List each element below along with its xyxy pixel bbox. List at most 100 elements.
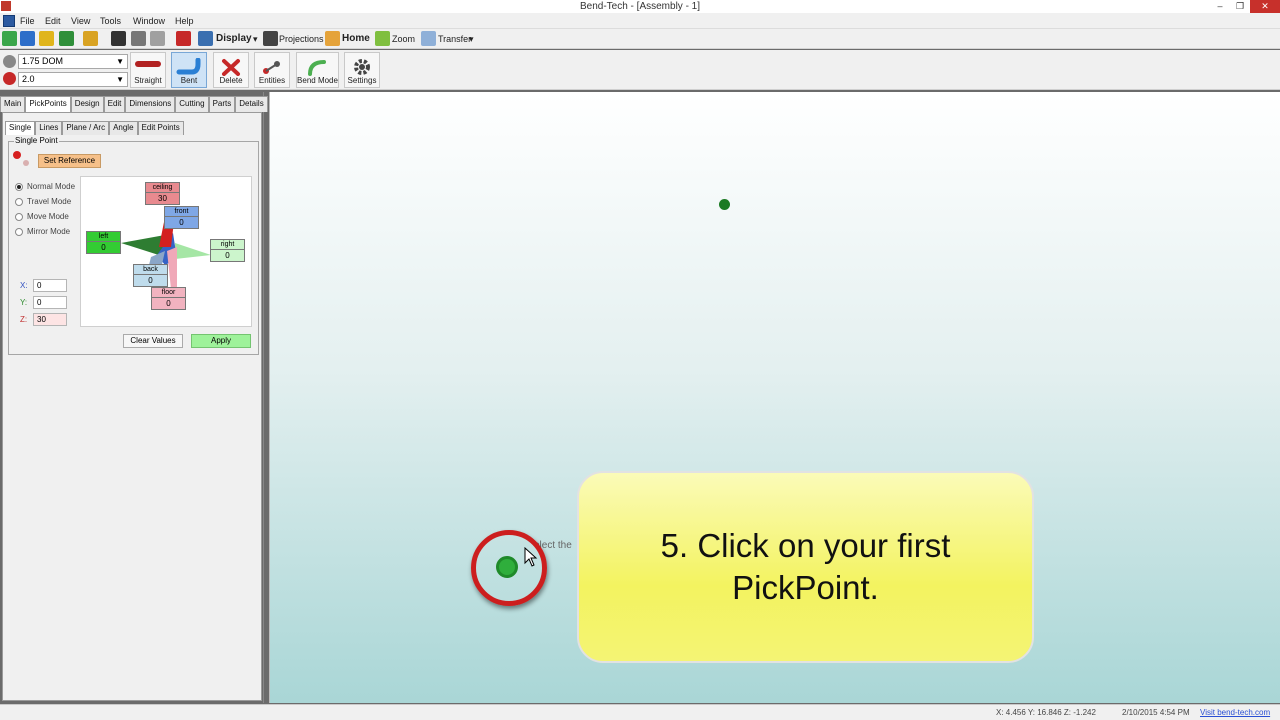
y-label: Y: xyxy=(20,298,28,307)
left-value: 0 xyxy=(87,241,120,253)
zoom-icon[interactable] xyxy=(375,31,390,46)
pickpoint-marker[interactable] xyxy=(719,199,730,210)
cursor-coordinates: X: 4.456 Y: 16.846 Z: -1.242 xyxy=(996,708,1096,717)
transfer-button[interactable]: Transfer xyxy=(438,29,471,49)
tab-cutting[interactable]: Cutting xyxy=(175,96,209,112)
x-coordinate-input[interactable]: 0 xyxy=(33,279,67,292)
clr-icon xyxy=(3,72,16,85)
display-icon[interactable] xyxy=(198,31,213,46)
first-pickpoint-marker[interactable] xyxy=(496,556,518,578)
report-icon[interactable] xyxy=(176,31,191,46)
travel-mode-radio[interactable]: Travel Mode xyxy=(15,197,71,206)
menu-edit[interactable]: Edit xyxy=(45,13,61,29)
mouse-cursor-icon xyxy=(524,547,538,567)
camera-icon[interactable] xyxy=(263,31,278,46)
maximize-button[interactable]: ❐ xyxy=(1230,0,1250,13)
status-bar: X: 4.456 Y: 16.846 Z: -1.242 2/10/2015 4… xyxy=(0,704,1280,720)
projections-button[interactable]: Projections xyxy=(279,29,324,49)
bent-button[interactable]: Bent xyxy=(171,52,207,88)
menu-tools[interactable]: Tools xyxy=(100,13,121,29)
floor-direction[interactable]: floor 0 xyxy=(151,287,186,310)
tube-size-select[interactable]: 1.75 DOM ▼ xyxy=(18,54,128,69)
window-title: Bend-Tech - [Assembly - 1] xyxy=(579,1,701,12)
straight-label: Straight xyxy=(134,76,162,85)
viewport-3d[interactable]: elect the 5. Click on your first PickPoi… xyxy=(269,92,1280,703)
zoom-button[interactable]: Zoom xyxy=(392,29,415,49)
direction-cube: ceiling 30 front 0 left 0 right 0 back 0… xyxy=(80,176,252,327)
document-icon[interactable] xyxy=(3,15,15,27)
refresh-icon[interactable] xyxy=(59,31,74,46)
front-direction[interactable]: front 0 xyxy=(164,206,199,229)
radio-indicator xyxy=(15,212,23,221)
mirror-mode-radio[interactable]: Mirror Mode xyxy=(15,227,70,236)
print-icon[interactable] xyxy=(131,31,146,46)
y-coordinate-input[interactable]: 0 xyxy=(33,296,67,309)
tab-plane-arc[interactable]: Plane / Arc xyxy=(62,121,110,135)
open-icon[interactable] xyxy=(20,31,35,46)
menu-file[interactable]: File xyxy=(20,13,35,29)
close-button[interactable]: ✕ xyxy=(1250,0,1280,13)
back-label: back xyxy=(143,266,158,273)
floor-label: floor xyxy=(161,289,176,296)
menu-window[interactable]: Window xyxy=(133,13,165,29)
right-direction[interactable]: right 0 xyxy=(210,239,245,262)
move-mode-radio[interactable]: Move Mode xyxy=(15,212,69,221)
settings-label: Settings xyxy=(347,76,377,85)
tab-main[interactable]: Main xyxy=(0,96,26,112)
bend-mode-button[interactable]: Bend Mode xyxy=(296,52,339,88)
menu-bar: File Edit View Tools Window Help xyxy=(0,13,1280,29)
transfer-icon[interactable] xyxy=(421,31,436,46)
z-coordinate-input[interactable]: 30 xyxy=(33,313,67,326)
website-link[interactable]: Visit bend-tech.com xyxy=(1200,705,1270,720)
apply-button[interactable]: Apply xyxy=(191,334,251,348)
home-icon[interactable] xyxy=(325,31,340,46)
normal-mode-radio[interactable]: Normal Mode xyxy=(15,182,75,191)
ceiling-direction[interactable]: ceiling 30 xyxy=(145,182,180,205)
back-direction[interactable]: back 0 xyxy=(133,264,168,287)
import-icon[interactable] xyxy=(39,31,54,46)
x-label: X: xyxy=(20,281,28,290)
normal-mode-label: Normal Mode xyxy=(27,182,76,191)
new-icon[interactable] xyxy=(2,31,17,46)
entities-icon xyxy=(263,61,280,74)
folder-icon[interactable] xyxy=(83,31,98,46)
menu-view[interactable]: View xyxy=(71,13,90,29)
tab-parts[interactable]: Parts xyxy=(208,96,236,112)
menu-help[interactable]: Help xyxy=(175,13,194,29)
reference-pin-icon xyxy=(13,151,21,159)
radio-indicator xyxy=(15,197,23,206)
tab-lines[interactable]: Lines xyxy=(35,121,63,135)
tab-single[interactable]: Single xyxy=(5,121,36,135)
ceiling-label: ceiling xyxy=(152,184,173,191)
tab-dimensions[interactable]: Dimensions xyxy=(125,96,176,112)
group-title: Single Point xyxy=(14,136,59,145)
clr-select[interactable]: 2.0 ▼ xyxy=(18,72,128,87)
left-direction[interactable]: left 0 xyxy=(86,231,121,254)
display-menu[interactable]: Display xyxy=(216,29,252,49)
tab-edit[interactable]: Edit xyxy=(103,96,126,112)
floor-value: 0 xyxy=(152,297,185,309)
settings-button[interactable]: Settings xyxy=(344,52,380,88)
gear-icon xyxy=(354,59,370,75)
home-button[interactable]: Home xyxy=(342,29,370,49)
transfer-dropdown-icon[interactable]: ▾ xyxy=(469,29,474,49)
tab-details[interactable]: Details xyxy=(235,96,268,112)
clear-values-button[interactable]: Clear Values xyxy=(123,334,183,348)
tab-edit-points[interactable]: Edit Points xyxy=(137,121,184,135)
set-reference-button[interactable]: Set Reference xyxy=(38,154,101,168)
entities-button[interactable]: Entities xyxy=(254,52,290,88)
tab-angle[interactable]: Angle xyxy=(109,121,138,135)
delete-button[interactable]: Delete xyxy=(213,52,249,88)
tab-pickpoints[interactable]: PickPoints xyxy=(25,96,71,112)
display-dropdown-icon[interactable]: ▾ xyxy=(253,29,258,49)
save-icon[interactable] xyxy=(111,31,126,46)
print-preview-icon[interactable] xyxy=(150,31,165,46)
mirror-mode-label: Mirror Mode xyxy=(27,227,71,236)
chevron-down-icon: ▼ xyxy=(116,75,124,84)
straight-button[interactable]: Straight xyxy=(130,52,166,88)
ceiling-value: 30 xyxy=(146,192,179,204)
minimize-button[interactable]: – xyxy=(1210,0,1230,13)
tab-design[interactable]: Design xyxy=(70,96,104,112)
back-value: 0 xyxy=(134,274,167,286)
delete-label: Delete xyxy=(219,76,243,85)
